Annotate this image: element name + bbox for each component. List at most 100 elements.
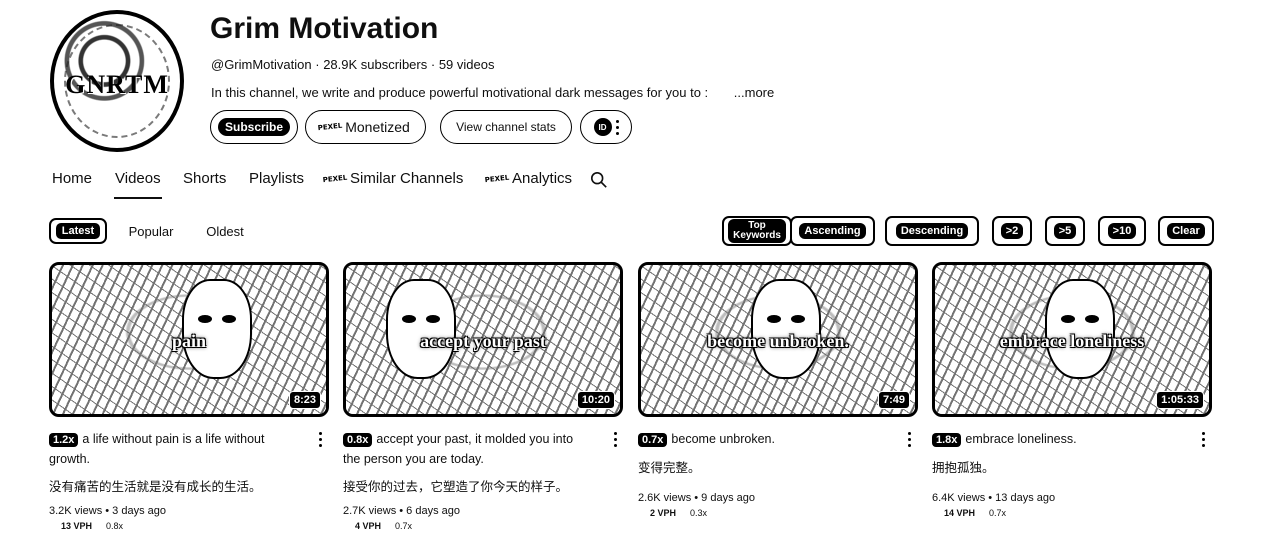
view-channel-stats-button[interactable]: View channel stats [440, 110, 572, 144]
more-link[interactable]: ...more [734, 85, 774, 100]
vph-value: 13 VPH [61, 521, 93, 531]
more-vert-icon[interactable] [908, 432, 911, 447]
tab-videos[interactable]: Videos [115, 170, 161, 187]
descending-button[interactable]: Descending [885, 216, 979, 246]
video-thumbnail[interactable]: accept your past 10:20 [343, 262, 623, 417]
vph-value: 2 VPH [650, 508, 677, 518]
more-vert-icon[interactable] [319, 432, 322, 447]
thumbnail-caption: pain [171, 331, 207, 351]
ratio-value: 0.7x [395, 521, 413, 531]
tab-playlists[interactable]: Playlists [249, 170, 304, 187]
tab-label: Similar Channels [350, 170, 464, 187]
video-title-text: embrace loneliness. [965, 432, 1077, 446]
thumbnail-caption: accept your past [420, 331, 546, 351]
thumbnail-face [751, 279, 821, 379]
video-title-text: become unbroken. [671, 432, 775, 446]
subscribe-label: Subscribe [217, 118, 291, 136]
video-extra-stats: 4 VPH 0.7x [343, 521, 623, 531]
channel-handle: @GrimMotivation [211, 57, 312, 72]
video-title[interactable]: 0.7x become unbroken. [638, 430, 918, 450]
monetized-button[interactable]: PEXEL Monetized [305, 110, 426, 144]
tab-label: Analytics [512, 170, 573, 187]
video-duration: 8:23 [288, 391, 321, 409]
pexel-badge-icon: PEXEL [317, 121, 343, 132]
video-title-translation: 变得完整。 [638, 461, 701, 475]
vph-value: 4 VPH [355, 521, 382, 531]
extension-menu-button[interactable]: ID [580, 110, 632, 144]
filter-gt5-button[interactable]: >5 [1045, 216, 1085, 246]
top-keywords-button[interactable]: Top Keywords [722, 216, 792, 246]
video-title[interactable]: 1.8x embrace loneliness. [932, 430, 1212, 450]
more-vert-icon[interactable] [1202, 432, 1205, 447]
extension-icon: ID [593, 118, 612, 136]
video-thumbnail[interactable]: become unbroken. 7:49 [638, 262, 918, 417]
outlier-ratio-badge: 0.7x [638, 433, 668, 447]
more-vert-icon[interactable] [614, 432, 617, 447]
video-extra-stats: 14 VPH 0.7x [932, 508, 1212, 518]
vph-value: 14 VPH [944, 508, 976, 518]
monetized-label: Monetized [345, 119, 410, 135]
sort-latest-chip[interactable]: Latest [49, 218, 107, 244]
subscribe-button[interactable]: Subscribe [210, 110, 298, 144]
video-extra-stats: 2 VPH 0.3x [638, 508, 918, 518]
video-stats: 2.6K views • 9 days ago [638, 492, 755, 504]
tab-shorts[interactable]: Shorts [183, 170, 226, 187]
button-label: >5 [1053, 223, 1077, 239]
description-text: In this channel, we write and produce po… [211, 85, 709, 100]
pexel-badge-icon: PEXEL [484, 172, 510, 184]
subscriber-count: 28.9K subscribers [323, 57, 428, 72]
button-label: >2 [1000, 223, 1024, 239]
button-label: Clear [1167, 223, 1205, 239]
ratio-value: 0.8x [106, 521, 124, 531]
video-info: 0.7x become unbroken. 变得完整。 2.6K views • … [638, 430, 918, 518]
video-thumbnail[interactable]: pain 8:23 [49, 262, 329, 417]
chip-label: Latest [55, 223, 101, 239]
upload-age: 13 days ago [995, 492, 1056, 504]
video-title-translation: 接受你的过去，它塑造了你今天的样子。 [343, 480, 569, 494]
ratio-value: 0.7x [989, 508, 1007, 518]
channel-description[interactable]: In this channel, we write and produce po… [211, 85, 774, 100]
outlier-ratio-badge: 1.2x [49, 433, 79, 447]
view-count: 2.6K views [638, 492, 692, 504]
thumbnail-caption: become unbroken. [707, 331, 849, 351]
upload-age: 6 days ago [406, 505, 460, 517]
search-icon[interactable] [590, 171, 608, 189]
active-tab-indicator [114, 197, 162, 199]
button-label: Descending [895, 223, 969, 239]
ascending-button[interactable]: Ascending [790, 216, 875, 246]
sort-popular-chip[interactable]: Popular [122, 218, 180, 244]
tab-similar-channels[interactable]: PEXEL Similar Channels [322, 170, 464, 187]
video-duration: 10:20 [576, 391, 615, 409]
outlier-ratio-badge: 1.8x [932, 433, 962, 447]
upload-age: 9 days ago [701, 492, 755, 504]
video-duration: 1:05:33 [1156, 391, 1204, 409]
button-label: Ascending [799, 223, 866, 239]
stats-label: View channel stats [456, 120, 556, 134]
button-label: >10 [1107, 223, 1137, 239]
tab-home[interactable]: Home [52, 170, 92, 187]
avatar-logo-text: GNRTM [65, 70, 169, 99]
view-count: 2.7K views [343, 505, 397, 517]
channel-avatar: GNRTM [50, 10, 184, 152]
video-title[interactable]: 0.8x accept your past, it molded you into… [343, 430, 623, 469]
filter-gt10-button[interactable]: >10 [1098, 216, 1146, 246]
outlier-ratio-badge: 0.8x [343, 433, 373, 447]
tab-analytics[interactable]: PEXEL Analytics [484, 170, 573, 187]
thumbnail-face [386, 279, 456, 379]
ratio-value: 0.3x [690, 508, 708, 518]
sort-oldest-chip[interactable]: Oldest [198, 218, 252, 244]
more-vert-icon [615, 119, 619, 135]
video-info: 0.8x accept your past, it molded you into… [343, 430, 623, 531]
filter-gt2-button[interactable]: >2 [992, 216, 1032, 246]
video-duration: 7:49 [877, 391, 910, 409]
thumbnail-face [1045, 279, 1115, 379]
video-thumbnail[interactable]: embrace loneliness 1:05:33 [932, 262, 1212, 417]
view-count: 6.4K views [932, 492, 986, 504]
channel-meta: @GrimMotivation · 28.9K subscribers · 59… [211, 57, 495, 72]
thumbnail-face [182, 279, 252, 379]
video-count: 59 videos [438, 57, 495, 72]
video-title-translation: 没有痛苦的生活就是没有成长的生活。 [49, 480, 262, 494]
clear-filter-button[interactable]: Clear [1158, 216, 1214, 246]
video-info: 1.8x embrace loneliness. 拥抱孤独。 6.4K views… [932, 430, 1212, 518]
video-title[interactable]: 1.2x a life without pain is a life withou… [49, 430, 329, 469]
